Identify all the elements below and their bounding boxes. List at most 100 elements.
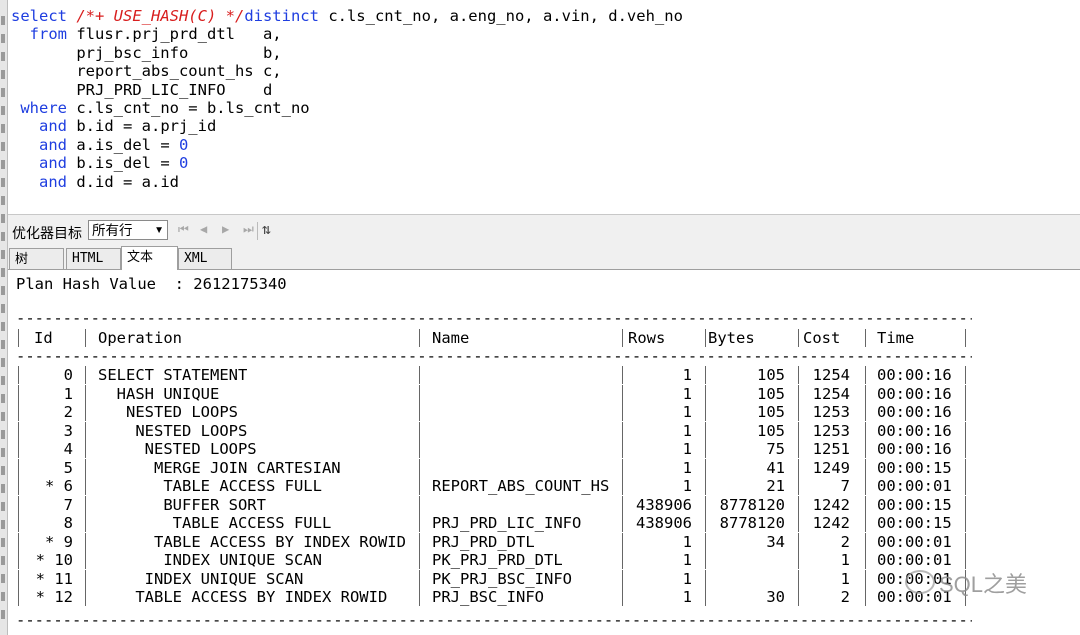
plan-cell-name [432, 403, 617, 421]
column-divider [705, 421, 706, 440]
column-divider [622, 384, 623, 403]
plan-cell-cost: 1 [840, 551, 850, 569]
gutter-mark [1, 106, 5, 115]
plan-cell-op: BUFFER SORT [98, 495, 266, 514]
gutter-mark [1, 412, 5, 421]
column-divider [798, 514, 799, 532]
last-page-icon[interactable]: ⏭ [243, 222, 254, 237]
column-divider [85, 588, 86, 606]
column-divider [865, 551, 866, 569]
column-divider [85, 366, 86, 384]
column-divider [622, 588, 623, 606]
sql-keyword: select [11, 7, 77, 25]
gutter-mark [1, 466, 5, 475]
gutter-mark [1, 520, 5, 529]
chevron-down-icon: ▼ [154, 225, 164, 236]
plan-cell-id: 3 [63, 421, 73, 440]
column-divider [705, 588, 706, 606]
column-divider [865, 514, 866, 532]
sql-text: b.is_del = [76, 154, 179, 173]
plan-cell-bytes: 30 [766, 588, 785, 606]
plan-cell-name: PRJ_PRD_LIC_INFO [432, 514, 582, 532]
prev-page-icon[interactable]: ◀ [200, 222, 207, 236]
column-header-rows: Rows [628, 329, 666, 347]
column-divider [85, 421, 86, 440]
column-divider [865, 440, 866, 458]
plan-cell-op: SELECT STATEMENT [98, 366, 248, 384]
column-divider [419, 477, 420, 495]
sql-editor[interactable]: select /*+ USE_HASH(C) */distinct c.ls_c… [8, 0, 1080, 214]
plan-cell-time: 00:00:15 [877, 514, 952, 532]
first-page-icon[interactable]: ⏮ [178, 222, 189, 237]
column-divider [419, 440, 420, 458]
dash-separator: ----------------------------------------… [16, 611, 972, 629]
tab-html[interactable]: HTML [66, 248, 121, 269]
gutter-mark [1, 592, 5, 601]
plan-cell-rows: 1 [682, 569, 692, 588]
plan-cell-name: PK_PRJ_PRD_DTL [432, 551, 563, 569]
column-divider [865, 384, 866, 403]
gutter-mark [1, 538, 5, 547]
column-divider [85, 532, 86, 551]
column-divider [18, 514, 19, 532]
tab-xml[interactable]: XML [178, 248, 232, 269]
plan-cell-rows: 1 [682, 477, 692, 495]
code-line: select /*+ USE_HASH(C) */distinct c.ls_c… [11, 7, 683, 25]
optimizer-goal-select[interactable]: 所有行 ▼ [88, 220, 168, 240]
column-divider [705, 329, 706, 347]
sql-keyword: from [29, 25, 77, 44]
plan-cell-time: 00:00:16 [877, 403, 952, 421]
plan-cell-op: INDEX UNIQUE SCAN [98, 569, 304, 588]
column-divider [798, 366, 799, 384]
gutter-mark [1, 232, 5, 241]
gutter-mark [1, 322, 5, 331]
column-divider [865, 477, 866, 495]
column-divider [865, 329, 866, 347]
plan-cell-op: TABLE ACCESS BY INDEX ROWID [98, 532, 406, 551]
plan-cell-time: 00:00:01 [877, 532, 952, 551]
gutter-mark [1, 16, 5, 25]
plan-cell-time: 00:00:15 [877, 495, 952, 514]
sql-keyword: and [39, 135, 77, 154]
plan-cell-id: 2 [63, 403, 73, 421]
sql-text: d.id = a.id [76, 172, 179, 191]
sql-hint-comment: /*+ USE_HASH(C) */ [76, 7, 245, 25]
watermark: SQL之美 [939, 572, 1028, 597]
column-divider [419, 366, 420, 384]
column-header-name: Name [432, 329, 470, 347]
plan-cell-bytes: 34 [766, 532, 785, 551]
plan-cell-rows: 1 [682, 366, 692, 384]
plan-cell-cost: 1254 [812, 384, 850, 403]
column-divider [85, 329, 86, 347]
column-divider [85, 477, 86, 495]
column-divider [18, 532, 19, 551]
tab-text[interactable]: 文本 [121, 246, 178, 270]
gutter-mark [1, 556, 5, 565]
gutter-mark [1, 340, 5, 349]
column-divider [419, 514, 420, 532]
sql-text: b.id = a.prj_id [76, 117, 217, 136]
column-divider [18, 440, 19, 458]
plan-cell-name: PRJ_BSC_INFO [432, 588, 544, 606]
plan-cell-rows: 1 [682, 458, 692, 477]
tab-tree[interactable]: 树 [9, 248, 64, 269]
gutter-mark [1, 250, 5, 259]
column-divider [705, 514, 706, 532]
column-divider [865, 421, 866, 440]
column-divider [18, 569, 19, 588]
column-header-bytes: Bytes [708, 329, 755, 347]
plan-cell-rows: 1 [682, 532, 692, 551]
next-page-icon[interactable]: ▶ [222, 222, 229, 236]
plan-cell-time: 00:00:16 [877, 384, 952, 403]
plan-cell-rows: 1 [682, 588, 692, 606]
gutter-mark [1, 142, 5, 151]
column-divider [85, 569, 86, 588]
columns-icon[interactable]: ⇅ [262, 220, 271, 238]
gutter-mark [1, 196, 5, 205]
plan-cell-op: HASH UNIQUE [98, 384, 220, 403]
plan-toolbar: 优化器目标 所有行 ▼ ⏮ ◀ ▶ ⏭ ⇅ [8, 214, 1080, 248]
